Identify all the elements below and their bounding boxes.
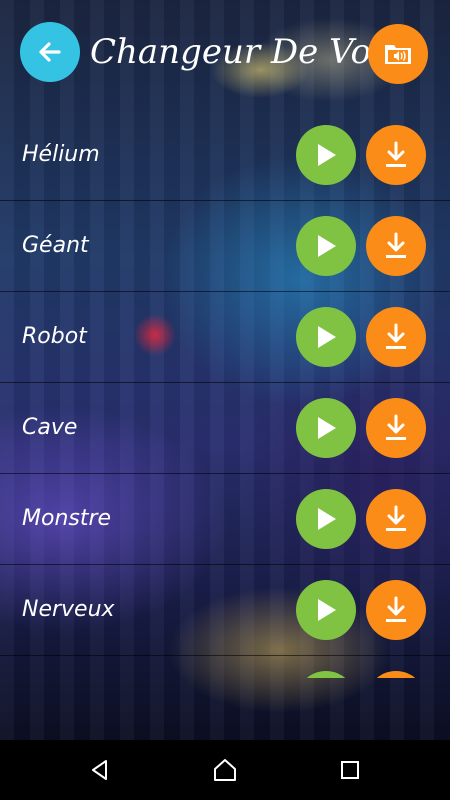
back-triangle-icon: [92, 760, 107, 780]
download-icon: [386, 232, 406, 258]
effect-label: Robot: [22, 324, 87, 349]
app-header: Changeur De Voix: [0, 0, 450, 108]
download-button[interactable]: [366, 671, 426, 678]
play-icon: [318, 508, 336, 530]
download-icon: [386, 323, 406, 349]
list-item: Hélium: [0, 110, 450, 201]
play-icon: [318, 326, 336, 348]
home-icon: [214, 759, 236, 781]
play-button[interactable]: [296, 125, 356, 185]
list-item: Nerveux: [0, 565, 450, 656]
play-button[interactable]: [296, 307, 356, 367]
download-button[interactable]: [366, 125, 426, 185]
download-button[interactable]: [366, 307, 426, 367]
audio-folder-icon: [385, 45, 411, 64]
play-button[interactable]: [296, 580, 356, 640]
play-icon: [318, 417, 336, 439]
play-icon: [318, 235, 336, 257]
back-button[interactable]: [20, 22, 80, 82]
download-icon: [386, 141, 406, 167]
list-item: [0, 656, 450, 678]
nav-recents-button[interactable]: [325, 750, 375, 790]
android-navigation-bar: [0, 740, 450, 800]
play-button[interactable]: [296, 671, 356, 678]
recents-square-icon: [341, 761, 359, 779]
download-button[interactable]: [366, 580, 426, 640]
download-icon: [386, 596, 406, 622]
arrow-left-icon: [39, 42, 61, 62]
list-item: Cave: [0, 383, 450, 474]
effect-label: Monstre: [22, 506, 112, 531]
page-title: Changeur De Voix: [90, 32, 402, 72]
nav-home-button[interactable]: [200, 750, 250, 790]
list-item: Monstre: [0, 474, 450, 565]
effect-label: Géant: [22, 233, 89, 258]
play-icon: [318, 599, 336, 621]
open-recordings-button[interactable]: [368, 24, 428, 84]
play-button[interactable]: [296, 398, 356, 458]
list-item: Robot: [0, 292, 450, 383]
play-icon: [318, 144, 336, 166]
download-icon: [386, 505, 406, 531]
effect-label: Nerveux: [22, 597, 115, 622]
effect-label: Hélium: [22, 142, 100, 167]
download-button[interactable]: [366, 216, 426, 276]
effect-label: Cave: [22, 415, 78, 440]
download-icon: [386, 414, 406, 440]
download-button[interactable]: [366, 489, 426, 549]
play-button[interactable]: [296, 216, 356, 276]
play-button[interactable]: [296, 489, 356, 549]
nav-back-button[interactable]: [75, 750, 125, 790]
voice-effects-list: Hélium Géant Robot Cave Monstre Nerveux: [0, 110, 450, 678]
list-item: Géant: [0, 201, 450, 292]
download-button[interactable]: [366, 398, 426, 458]
